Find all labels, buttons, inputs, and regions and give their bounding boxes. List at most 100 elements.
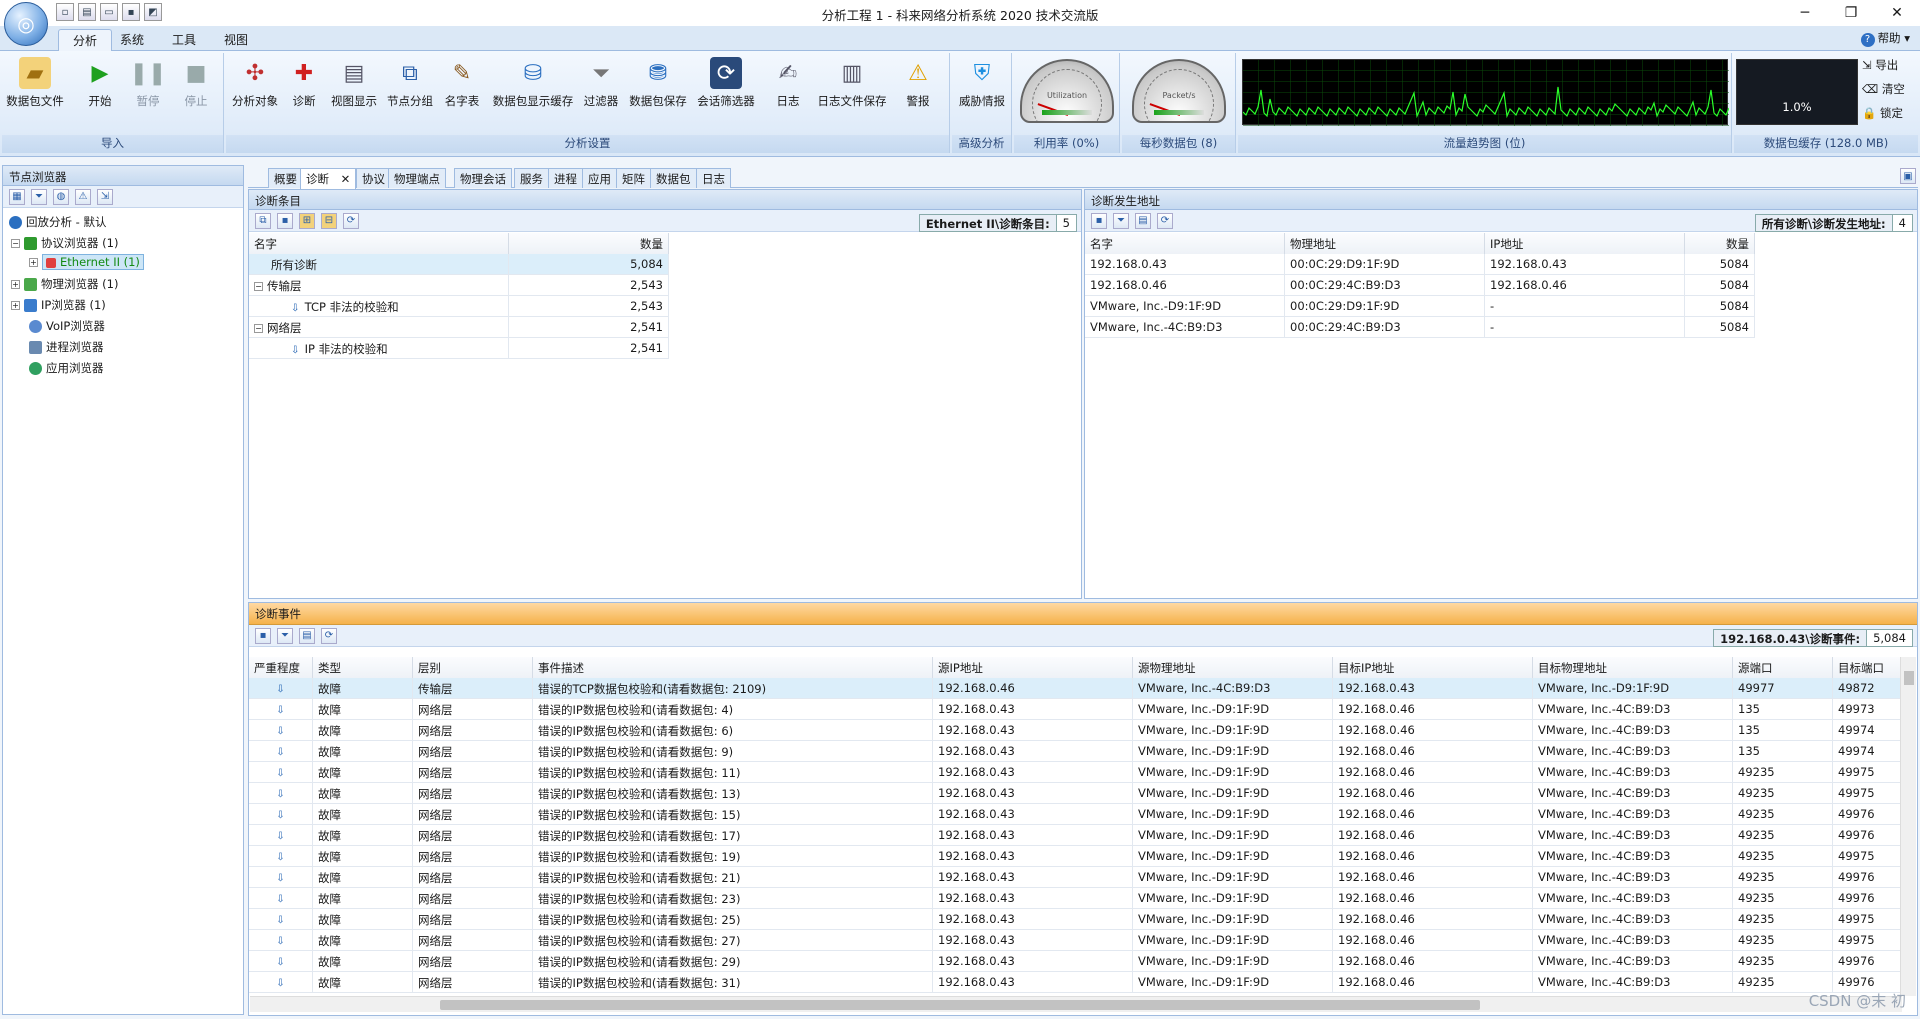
table-row[interactable]: ⇩ 故障 网络层 错误的IP数据包校验和(请看数据包: 9) 192.168.0.43 V…: [249, 741, 1901, 762]
columns-icon[interactable]: ▤: [299, 627, 315, 644]
add-column-icon[interactable]: ▤: [1135, 212, 1151, 229]
table-row[interactable]: 所有诊断 5,084: [249, 254, 669, 275]
column-header[interactable]: 目标物理地址: [1533, 657, 1733, 678]
analysis-object-button[interactable]: ✣ 分析对象: [230, 57, 280, 109]
table-row[interactable]: ⇩ 故障 网络层 错误的IP数据包校验和(请看数据包: 19) 192.168.0.43…: [249, 846, 1901, 867]
copy-icon[interactable]: ⧉: [255, 212, 271, 229]
column-header[interactable]: 物理地址: [1285, 233, 1485, 254]
tab-applications[interactable]: 应用: [582, 168, 617, 188]
table-row[interactable]: ⇩ 故障 网络层 错误的IP数据包校验和(请看数据包: 29) 192.168.0.43…: [249, 951, 1901, 972]
table-row[interactable]: ⇩ TCP 非法的校验和 2,543: [249, 296, 669, 317]
session-filter-button[interactable]: ⟳ 会话筛选器: [694, 57, 758, 109]
ribbon-tab-tools[interactable]: 工具: [158, 29, 210, 51]
node-refresh-icon[interactable]: ◍: [53, 188, 69, 205]
log-file-save-button[interactable]: ▥ 日志文件保存: [814, 57, 890, 109]
tab-services[interactable]: 服务: [514, 168, 549, 188]
events-vertical-scrollbar[interactable]: [1900, 657, 1916, 996]
packet-display-buffer-button[interactable]: ⛁ 数据包显示缓存: [490, 57, 576, 109]
column-header[interactable]: 事件描述: [533, 657, 933, 678]
tree-protocol-browser[interactable]: − 协议浏览器 (1): [11, 235, 118, 251]
buffer-export-button[interactable]: ⇲ 导出: [1862, 57, 1898, 73]
tab-summary[interactable]: 概要: [268, 168, 303, 188]
table-row[interactable]: ⇩ 故障 网络层 错误的IP数据包校验和(请看数据包: 21) 192.168.0.43…: [249, 867, 1901, 888]
save-icon[interactable]: ▪: [277, 212, 293, 229]
tree-app-browser[interactable]: 应用浏览器: [29, 360, 104, 376]
diagnosis-button[interactable]: ✚ 诊断: [286, 57, 322, 109]
ribbon-tab-system[interactable]: 系统: [106, 29, 158, 51]
tree-physical-browser[interactable]: + 物理浏览器 (1): [11, 276, 118, 292]
col-count[interactable]: 数量: [509, 233, 669, 254]
table-row[interactable]: ⇩ 故障 网络层 错误的IP数据包校验和(请看数据包: 17) 192.168.0.43…: [249, 825, 1901, 846]
expand-icon[interactable]: +: [29, 258, 38, 267]
save-icon[interactable]: ▪: [255, 627, 271, 644]
node-filter-icon[interactable]: ⏷: [31, 188, 47, 205]
table-row[interactable]: ⇩ IP 非法的校验和 2,541: [249, 338, 669, 359]
stop-button[interactable]: ■ 停止: [176, 57, 216, 109]
tree-ethernet-ii[interactable]: + Ethernet II (1): [29, 254, 144, 270]
table-row[interactable]: ⇩ 故障 网络层 错误的IP数据包校验和(请看数据包: 31) 192.168.0.43…: [249, 972, 1901, 993]
tree-ip-browser[interactable]: + IP浏览器 (1): [11, 297, 106, 313]
refresh-icon[interactable]: ⟳: [1157, 212, 1173, 229]
expand-icon[interactable]: +: [11, 280, 20, 289]
table-row[interactable]: ⇩ 故障 网络层 错误的IP数据包校验和(请看数据包: 11) 192.168.0.43…: [249, 762, 1901, 783]
table-row[interactable]: ⇩ 故障 网络层 错误的IP数据包校验和(请看数据包: 6) 192.168.0.43 V…: [249, 720, 1901, 741]
table-row[interactable]: − 网络层 2,541: [249, 317, 669, 338]
table-row[interactable]: − 传输层 2,543: [249, 275, 669, 296]
table-row[interactable]: VMware, Inc.-D9:1F:9D 00:0C:29:D9:1F:9D -5…: [1085, 296, 1755, 317]
column-header[interactable]: 严重程度: [249, 657, 313, 678]
table-row[interactable]: ⇩ 故障 网络层 错误的IP数据包校验和(请看数据包: 4) 192.168.0.43 V…: [249, 699, 1901, 720]
column-header[interactable]: 源IP地址: [933, 657, 1133, 678]
column-header[interactable]: 源物理地址: [1133, 657, 1333, 678]
tab-diagnosis[interactable]: 诊断 ✕: [300, 168, 357, 189]
filter-button[interactable]: ⏷ 过滤器: [580, 57, 622, 109]
packet-save-button[interactable]: ⛃ 数据包保存: [626, 57, 690, 109]
tab-logs[interactable]: 日志: [696, 168, 731, 188]
grid-header[interactable]: 名字 物理地址 IP地址 数量: [1085, 233, 1755, 254]
ribbon-tab-view[interactable]: 视图: [210, 29, 262, 51]
tab-physical-endpoints[interactable]: 物理端点: [388, 168, 446, 188]
table-row[interactable]: ⇩ 故障 网络层 错误的IP数据包校验和(请看数据包: 25) 192.168.0.43…: [249, 909, 1901, 930]
node-settings-icon[interactable]: ▦: [9, 188, 25, 205]
alarm-button[interactable]: ⚠ 警报: [898, 57, 938, 109]
column-header[interactable]: 目标IP地址: [1333, 657, 1533, 678]
collapse-all-icon[interactable]: ⊟: [321, 212, 337, 229]
packet-file-button[interactable]: ▰ 数据包文件: [6, 57, 64, 109]
collapse-icon[interactable]: −: [254, 282, 263, 291]
table-row[interactable]: 192.168.0.46 00:0C:29:4C:B9:D3 192.168.0.4…: [1085, 275, 1755, 296]
table-row[interactable]: VMware, Inc.-4C:B9:D3 00:0C:29:4C:B9:D3-5…: [1085, 317, 1755, 338]
column-header[interactable]: 数量: [1685, 233, 1755, 254]
buffer-clear-button[interactable]: ⌫ 清空: [1862, 81, 1905, 97]
ribbon-tab-analysis[interactable]: 分析: [58, 29, 113, 51]
expand-icon[interactable]: +: [11, 301, 20, 310]
tab-packets[interactable]: 数据包: [650, 168, 697, 188]
close-tab-icon[interactable]: ✕: [341, 172, 351, 186]
table-row[interactable]: ⇩ 故障 传输层 错误的TCP数据包校验和(请看数据包: 2109) 192.168.0…: [249, 678, 1901, 699]
name-table-button[interactable]: ✎ 名字表: [440, 57, 484, 109]
tree-voip-browser[interactable]: VoIP浏览器: [29, 318, 105, 334]
column-header[interactable]: IP地址: [1485, 233, 1685, 254]
table-row[interactable]: ⇩ 故障 网络层 错误的IP数据包校验和(请看数据包: 23) 192.168.0.43…: [249, 888, 1901, 909]
refresh-icon[interactable]: ⟳: [321, 627, 337, 644]
tab-processes[interactable]: 进程: [548, 168, 583, 188]
column-header[interactable]: 名字: [1085, 233, 1285, 254]
column-header[interactable]: 类型: [313, 657, 413, 678]
column-header[interactable]: 目标端口: [1833, 657, 1901, 678]
tab-physical-sessions[interactable]: 物理会话: [454, 168, 512, 188]
table-row[interactable]: ⇩ 故障 网络层 错误的IP数据包校验和(请看数据包: 15) 192.168.0.43…: [249, 804, 1901, 825]
table-row[interactable]: ⇩ 故障 网络层 错误的IP数据包校验和(请看数据包: 13) 192.168.0.43…: [249, 783, 1901, 804]
view-display-button[interactable]: ▤ 视图显示: [328, 57, 380, 109]
collapse-icon[interactable]: −: [11, 239, 20, 248]
maximize-button[interactable]: ❐: [1828, 0, 1874, 26]
app-menu-orb-icon[interactable]: ◎: [4, 2, 48, 46]
node-export-icon[interactable]: ⇲: [97, 188, 113, 205]
table-row[interactable]: ⇩ 故障 网络层 错误的IP数据包校验和(请看数据包: 27) 192.168.0.43…: [249, 930, 1901, 951]
filter-icon[interactable]: ⏷: [277, 627, 293, 644]
tab-protocol[interactable]: 协议: [356, 168, 391, 188]
pause-button[interactable]: ❚❚ 暂停: [128, 57, 168, 109]
node-alert-icon[interactable]: ⚠: [75, 188, 91, 205]
events-horizontal-scrollbar[interactable]: [250, 996, 1902, 1012]
refresh-icon[interactable]: ⟳: [343, 212, 359, 229]
save-icon[interactable]: ▪: [1091, 212, 1107, 229]
close-button[interactable]: ✕: [1874, 0, 1920, 26]
column-header[interactable]: 源端口: [1733, 657, 1833, 678]
